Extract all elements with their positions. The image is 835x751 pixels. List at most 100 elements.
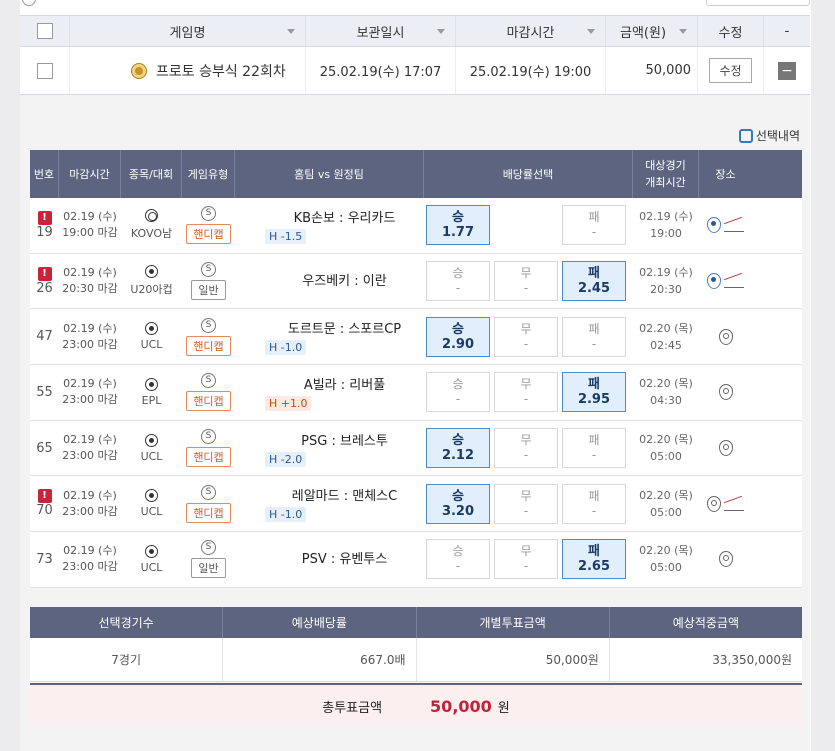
place-cell [699,309,752,364]
soccer-ball-icon [145,265,158,279]
header-sport: 종목/대회 [121,150,182,198]
handicap-badge: H +1.0 [265,395,312,411]
location-pin-icon[interactable] [718,384,733,401]
date-cell: 02.19 (수) 19:00 [639,210,693,241]
date-cell: 02.20 (목) 02:45 [639,321,693,352]
soccer-ball-icon [145,322,158,336]
game-no-cell: 65 [30,421,59,476]
odds-option[interactable]: 무 - [494,316,558,357]
game-row: 73 02.19 (수) 23:00 마감 UCL S 일반 PSV : 유벤투… [30,532,802,588]
radio-icon[interactable] [22,0,36,6]
game-no: 55 [36,384,53,400]
sport-cell: UCL [121,532,182,587]
odds-option[interactable]: 승 1.77 [426,205,490,246]
trend-icon[interactable] [724,274,744,289]
odds-option[interactable]: 패 - [562,316,626,357]
summary-row: 7경기 667.0배 50,000원 33,350,000원 [30,638,802,682]
games-grid: 번호 마감시간 종목/대회 게임유형 홈팀 vs 원정팀 배당률선택 대상경기 개… [30,150,802,588]
sport-cell: KOVO남 [121,198,182,253]
odds-option[interactable]: 승 - [426,372,490,413]
deadline-cell: 02.19 (수) 23:00 마감 [62,377,118,407]
edit-button[interactable]: 수정 [709,58,752,83]
header-type: 게임유형 [182,150,235,198]
header-deadline[interactable]: 마감시간 [456,16,606,46]
odds-option[interactable]: 승 2.90 [426,316,490,357]
odds-option[interactable]: 패 - [562,428,626,469]
odds-option[interactable]: 승 2.12 [426,428,490,469]
header-select-all[interactable] [20,16,70,46]
header-no: 번호 [30,150,59,198]
date-cell: 02.20 (목) 04:30 [639,377,693,408]
summary-stake: 50,000원 [417,638,610,681]
header-saved-at[interactable]: 보관일시 [306,16,456,46]
type-tag: 핸디캡 [186,502,231,523]
header-match: 홈팀 vs 원정팀 [235,150,424,198]
selection-link[interactable]: 선택내역 [738,127,800,144]
odds-option[interactable]: 무 - [494,261,558,302]
header-deadline: 마감시간 [59,150,121,198]
sort-arrow-icon[interactable] [437,29,445,34]
match-title: 우즈베키 : 이란 [302,274,387,290]
type-cell: S 핸디캡 [182,421,235,476]
match-title: PSG : 브레스투 [301,433,388,449]
s-circle-icon: S [201,484,216,500]
trend-icon[interactable] [724,218,744,233]
odds-cell: 승 - 무 - 패 2.95 [424,365,633,420]
summary-payout: 33,350,000원 [712,653,792,667]
odds-option[interactable]: 패 2.95 [562,372,626,413]
s-circle-icon: S [201,429,216,445]
location-pin-icon[interactable] [707,273,721,290]
odds-option[interactable]: 무 - [494,428,558,469]
location-pin-icon[interactable] [707,217,721,234]
location-pin-icon[interactable] [718,551,733,568]
odds-option[interactable]: 승 - [426,539,490,580]
odds-option[interactable]: 패 - [562,483,626,524]
sport-cell: EPL [121,365,182,420]
odds-option [494,205,558,245]
place-cell [699,421,752,476]
checkbox-icon[interactable] [36,23,53,39]
saved-game[interactable]: 프로토 승부식 22회차 [70,47,306,94]
game-row: ! 19 02.19 (수) 19:00 마감 KOVO남 S 핸디캡 KB손보… [30,198,802,254]
odds-option[interactable]: 무 - [494,372,558,413]
top-select[interactable] [706,0,810,6]
trend-icon[interactable] [724,497,744,511]
match-cell: A빌라 : 리버풀 H +1.0 [235,365,424,420]
league-label: KOVO남 [130,227,173,241]
odds-option[interactable]: 승 - [426,261,490,302]
sort-arrow-icon[interactable] [679,29,687,34]
delete-button[interactable]: − [778,61,796,80]
deadline-cell: 02.19 (수) 23:00 마감 [62,433,118,463]
location-pin-icon[interactable] [707,495,721,512]
odds-option[interactable]: 패 - [562,205,626,246]
header-game[interactable]: 게임명 [70,16,306,46]
type-tag: 핸디캡 [186,224,231,245]
odds-option[interactable]: 무 - [494,539,558,580]
saved-at: 25.02.19(수) 17:07 [306,47,456,94]
date-cell: 02.20 (목) 05:00 [639,433,693,464]
type-cell: S 핸디캡 [182,476,235,531]
soccer-ball-icon [145,489,158,503]
location-pin-icon[interactable] [718,328,733,345]
header-amount[interactable]: 금액(원) [606,16,698,46]
sport-cell: UCL [121,421,182,476]
odds-option[interactable]: 패 2.65 [562,539,626,580]
type-tag: 일반 [191,280,226,301]
row-checkbox[interactable] [36,62,53,79]
sort-arrow-icon[interactable] [287,29,295,34]
odds-option[interactable]: 승 3.20 [426,483,490,524]
odds-option[interactable]: 무 - [494,483,558,524]
game-no: 73 [36,551,53,567]
saved-row: 프로토 승부식 22회차 25.02.19(수) 17:07 25.02.19(… [20,47,810,95]
game-no-cell: ! 26 [30,254,59,309]
date-cell: 02.19 (수) 20:30 [639,266,693,297]
odds-cell: 승 2.12 무 - 패 - [424,421,633,476]
alert-icon: ! [37,210,52,225]
header-date: 대상경기 개최시간 [633,150,699,198]
type-cell: S 일반 [182,254,235,309]
game-no-cell: ! 70 [30,476,59,531]
sort-arrow-icon[interactable] [587,29,595,34]
saved-deadline: 25.02.19(수) 19:00 [456,47,606,94]
location-pin-icon[interactable] [718,440,733,457]
odds-option[interactable]: 패 2.45 [562,261,626,302]
